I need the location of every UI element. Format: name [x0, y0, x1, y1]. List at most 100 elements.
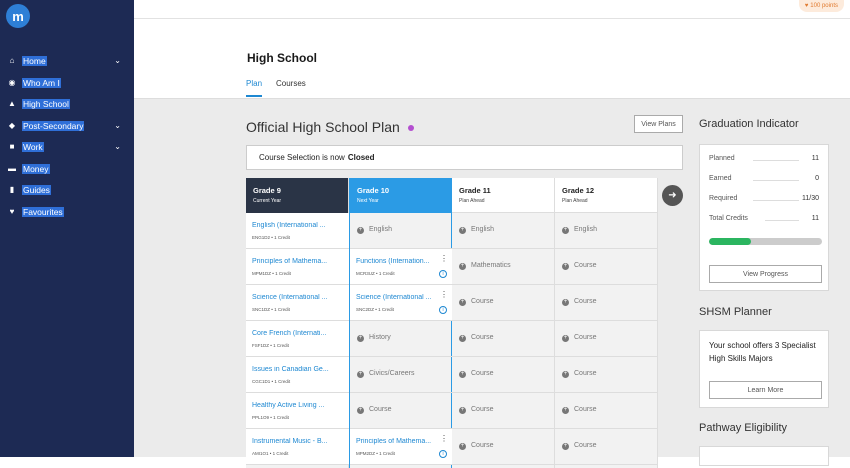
app-logo[interactable]: m — [6, 4, 30, 28]
add-course-slot[interactable]: + Course — [350, 393, 453, 429]
course-code: SNC2DZ • 1 Credit — [356, 307, 394, 312]
course-card[interactable]: Science (International ... SNC2DZ • 1 Cre… — [350, 285, 453, 321]
course-selection-notice: Course Selection is now Closed — [246, 145, 683, 170]
view-plans-button[interactable]: View Plans — [634, 115, 683, 133]
add-course-slot[interactable]: + History — [350, 321, 453, 357]
add-course-slot[interactable]: + Course — [555, 285, 658, 321]
course-code: CGC1D1 • 1 Credit — [252, 379, 291, 384]
course-card[interactable]: Healthy Active Living ... PPL1O9 • 1 Cred… — [246, 393, 349, 429]
sidebar-item-label: High School — [22, 99, 70, 109]
compass-icon: ◉ — [8, 78, 16, 87]
info-icon[interactable]: i — [439, 306, 447, 314]
course-name[interactable]: Science (International ... — [252, 294, 334, 301]
tab-courses[interactable]: Courses — [276, 79, 306, 97]
plus-icon: + — [459, 371, 466, 378]
plus-icon: + — [459, 335, 466, 342]
slot-label: Course — [471, 406, 494, 413]
course-card[interactable]: Principles of Mathema... MPM1DZ • 1 Credi… — [246, 249, 349, 285]
add-course-slot[interactable]: + English — [452, 213, 555, 249]
course-card[interactable]: Principles of Mathema... MPM2DZ • 1 Credi… — [350, 429, 453, 465]
notice-text: Course Selection is now — [259, 153, 345, 162]
course-name[interactable]: Principles of Mathema... — [356, 438, 438, 445]
add-course-slot[interactable]: + English — [350, 213, 453, 249]
stat-earned: Earned 0 — [709, 175, 819, 185]
course-card[interactable]: English (International ... ENG1D2 • 1 Cre… — [246, 213, 349, 249]
course-name[interactable]: Functions (Internation... — [356, 258, 438, 265]
stat-required: Required 11/30 — [709, 195, 819, 205]
chevron-down-icon[interactable]: ⌄ — [114, 142, 121, 151]
next-arrow-button[interactable]: ➜ — [662, 185, 683, 206]
sidebar-item-work[interactable]: ■ Work ⌄ — [0, 139, 134, 155]
sidebar-item-money[interactable]: ▬ Money — [0, 161, 134, 177]
more-options-icon[interactable]: ⋮ — [440, 291, 448, 299]
stat-value: 11/30 — [802, 195, 819, 202]
add-course-slot[interactable]: + English — [555, 213, 658, 249]
course-name[interactable]: Core French (Internati... — [252, 330, 334, 337]
view-progress-button[interactable]: View Progress — [709, 265, 822, 283]
points-badge[interactable]: ♥ 100 points — [798, 0, 844, 12]
chevron-down-icon[interactable]: ⌄ — [114, 121, 121, 130]
progress-fill — [709, 238, 751, 245]
slot-label: Course — [574, 298, 597, 305]
info-icon[interactable]: i — [439, 270, 447, 278]
add-course-slot[interactable]: + Course — [452, 321, 555, 357]
add-course-slot[interactable]: + Course — [452, 285, 555, 321]
course-name[interactable]: Principles of Mathema... — [252, 258, 334, 265]
sidebar-item-guides[interactable]: ▮ Guides — [0, 182, 134, 198]
tab-plan[interactable]: Plan — [246, 79, 263, 97]
graduation-progress-bar — [709, 238, 822, 245]
grade-header[interactable]: Grade 11 Plan Ahead — [452, 178, 554, 213]
grade-subtitle: Plan Ahead — [459, 198, 485, 204]
add-course-slot[interactable]: + Course — [555, 249, 658, 285]
sidebar-item-label: Who Am I — [22, 78, 61, 88]
add-course-slot[interactable]: + Course — [452, 357, 555, 393]
course-card[interactable]: Functions (Internation... MCR3UZ • 1 Cred… — [350, 249, 453, 285]
sidebar-item-who-am-i[interactable]: ◉ Who Am I — [0, 75, 134, 91]
sidebar-item-favourites[interactable]: ♥ Favourites — [0, 204, 134, 220]
sidebar-item-post-secondary[interactable]: ◆ Post-Secondary ⌄ — [0, 118, 134, 134]
grade-title: Grade 11 — [459, 186, 491, 195]
course-name[interactable]: Science (International ... — [356, 294, 438, 301]
course-name[interactable]: Healthy Active Living ... — [252, 402, 334, 409]
main-content: Official High School Plan View Plans Cou… — [134, 99, 850, 468]
grade-header[interactable]: Grade 9 Current Year — [246, 178, 348, 213]
course-name[interactable]: Instrumental Music - B... — [252, 438, 334, 445]
plus-icon: + — [357, 371, 364, 378]
course-code: MPM2DZ • 1 Credit — [356, 451, 395, 456]
add-course-slot[interactable]: + Course — [555, 321, 658, 357]
plus-icon: + — [459, 443, 466, 450]
grade-header[interactable]: Grade 10 Next Year — [350, 178, 451, 213]
heart-icon: ♥ — [804, 3, 809, 9]
add-course-slot[interactable]: + Course — [452, 429, 555, 465]
course-card[interactable]: Core French (Internati... FSF1DZ • 1 Cred… — [246, 321, 349, 357]
plus-icon: + — [562, 227, 569, 234]
grade-title: Grade 10 — [357, 186, 390, 195]
slot-label: English — [369, 226, 392, 233]
pathway-card — [699, 446, 829, 466]
add-course-slot[interactable]: + Course — [555, 393, 658, 429]
stat-value: 11 — [811, 215, 819, 222]
school-icon: ▲ — [8, 99, 16, 108]
add-course-slot[interactable]: + Course — [555, 357, 658, 393]
grade-header[interactable]: Grade 12 Plan Ahead — [555, 178, 657, 213]
course-card[interactable]: Science (International ... SNC1DZ • 1 Cre… — [246, 285, 349, 321]
add-course-slot[interactable]: + Course — [452, 393, 555, 429]
course-card[interactable]: Instrumental Music - B... AMI1O1 • 1 Cred… — [246, 429, 349, 465]
course-name[interactable]: Issues in Canadian Ge... — [252, 366, 334, 373]
slot-label: Course — [574, 334, 597, 341]
sidebar-item-home[interactable]: ⌂ Home ⌄ — [0, 53, 134, 69]
sidebar-item-high-school[interactable]: ▲ High School — [0, 96, 134, 112]
add-course-slot[interactable]: + Course — [555, 429, 658, 465]
course-card[interactable]: Issues in Canadian Ge... CGC1D1 • 1 Credi… — [246, 357, 349, 393]
more-options-icon[interactable]: ⋮ — [440, 255, 448, 263]
heart-icon: ♥ — [9, 207, 15, 216]
plus-icon: + — [562, 299, 569, 306]
chevron-down-icon[interactable]: ⌄ — [114, 56, 121, 65]
more-options-icon[interactable]: ⋮ — [440, 435, 448, 443]
slot-label: Course — [574, 370, 597, 377]
course-code: MCR3UZ • 1 Credit — [356, 271, 395, 276]
course-name[interactable]: English (International ... — [252, 222, 334, 229]
add-course-slot[interactable]: + Mathematics — [452, 249, 555, 285]
add-course-slot[interactable]: + Civics/Careers — [350, 357, 453, 393]
learn-more-button[interactable]: Learn More — [709, 381, 822, 399]
